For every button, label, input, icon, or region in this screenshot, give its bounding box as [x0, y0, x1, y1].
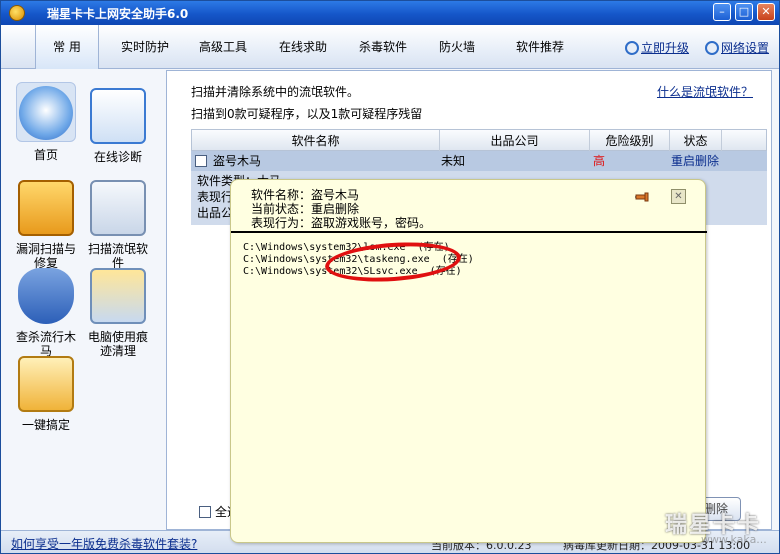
row-company: 未知 — [441, 154, 466, 168]
column-header-name[interactable]: 软件名称 — [192, 130, 440, 152]
network-settings-label: 网络设置 — [721, 41, 770, 55]
trace-clean-icon — [90, 268, 146, 324]
row-status: 重启删除 — [671, 154, 720, 168]
sidebar-item-label: 一键搞定 — [21, 418, 70, 432]
watermark-sub: www.kaka... — [701, 533, 767, 546]
trojan-kill-icon — [18, 268, 74, 324]
tab-firewall[interactable]: 防火墙 — [431, 25, 483, 69]
promo-link[interactable]: 如何享受一年版免费杀毒软件套装? — [11, 535, 197, 552]
column-header-company[interactable]: 出品公司 — [440, 130, 590, 152]
popup-separator — [231, 231, 707, 233]
vulnerability-scan-icon — [18, 180, 74, 236]
close-button[interactable]: ✕ — [757, 3, 775, 21]
row-level: 高 — [593, 154, 606, 168]
sidebar-item-one-click[interactable]: 一键搞定 — [11, 356, 81, 432]
watermark-logo: 瑞星卡卡 — [665, 513, 762, 538]
home-icon — [19, 86, 73, 140]
row-checkbox[interactable] — [195, 155, 207, 167]
row-name: 盗号木马 — [213, 154, 262, 168]
pin-icon[interactable] — [635, 192, 651, 202]
sidebar-item-label: 漏洞扫描与修复 — [15, 242, 76, 270]
one-click-icon — [18, 356, 74, 412]
tab-online-help[interactable]: 在线求助 — [271, 25, 335, 69]
gear-icon — [705, 41, 719, 55]
scan-result-summary: 扫描到0款可疑程序，以及1款可疑程序残留 — [191, 107, 423, 121]
detail-popup: 软件名称：盗号木马 当前状态：重启删除 表现行为：盗取游戏账号，密码。 ✕ C:… — [230, 179, 707, 543]
online-diagnosis-icon — [90, 88, 146, 144]
table-header: 软件名称 出品公司 危险级别 状态 — [191, 129, 767, 152]
sidebar: 首页 在线诊断 漏洞扫描与修复 扫描流氓软件 查杀流行木马 电脑使用痕迹清理 一… — [1, 70, 161, 530]
upgrade-icon — [625, 41, 639, 55]
tab-antivirus[interactable]: 杀毒软件 — [351, 25, 415, 69]
sidebar-item-online-diagnosis[interactable]: 在线诊断 — [83, 88, 153, 164]
maximize-button[interactable]: □ — [735, 3, 753, 21]
main-toolbar: 常 用 实时防护 高级工具 在线求助 杀毒软件 防火墙 软件推荐 立即升级 网络… — [1, 25, 779, 69]
column-header-level[interactable]: 危险级别 — [590, 130, 670, 152]
column-header-status[interactable]: 状态 — [670, 130, 722, 152]
minimize-button[interactable]: – — [713, 3, 731, 21]
sidebar-item-home[interactable]: 首页 — [11, 82, 81, 162]
tab-advanced-tools[interactable]: 高级工具 — [191, 25, 255, 69]
sidebar-item-label: 首页 — [33, 148, 58, 162]
main-window: 瑞星卡卡上网安全助手6.0 – □ ✕ 常 用 实时防护 高级工具 在线求助 杀… — [0, 0, 780, 554]
title-bar[interactable]: 瑞星卡卡上网安全助手6.0 – □ ✕ — [1, 1, 779, 25]
upgrade-label: 立即升级 — [641, 41, 690, 55]
popup-software-name: 软件名称：盗号木马 — [251, 188, 360, 202]
upgrade-link[interactable]: 立即升级 — [625, 39, 689, 57]
close-icon[interactable]: ✕ — [671, 189, 686, 204]
rising-logo-icon — [9, 5, 25, 21]
sidebar-item-label: 在线诊断 — [93, 150, 142, 164]
sidebar-item-vulnerability-scan[interactable]: 漏洞扫描与修复 — [11, 180, 81, 270]
table-row[interactable]: 盗号木马 未知 高 重启删除 — [191, 151, 767, 171]
sidebar-item-label: 扫描流氓软件 — [87, 242, 148, 270]
rogue-scan-icon — [90, 180, 146, 236]
sidebar-item-trace-clean[interactable]: 电脑使用痕迹清理 — [83, 268, 153, 358]
sidebar-item-label: 电脑使用痕迹清理 — [87, 330, 148, 358]
checkbox-box — [199, 506, 211, 518]
tab-software-recommend[interactable]: 软件推荐 — [507, 25, 573, 69]
sidebar-item-trojan-kill[interactable]: 查杀流行木马 — [11, 268, 81, 358]
scan-description: 扫描并清除系统中的流氓软件。 — [191, 85, 360, 99]
what-is-rogue-link[interactable]: 什么是流氓软件？ — [657, 83, 753, 100]
popup-current-state: 当前状态：重启删除 — [251, 202, 360, 216]
network-settings-link[interactable]: 网络设置 — [705, 39, 769, 57]
window-title: 瑞星卡卡上网安全助手6.0 — [47, 7, 189, 21]
popup-behavior: 表现行为：盗取游戏账号，密码。 — [251, 216, 432, 230]
tab-common[interactable]: 常 用 — [35, 25, 99, 69]
sidebar-item-home-frame — [16, 82, 76, 142]
sidebar-item-label: 查杀流行木马 — [15, 330, 76, 358]
tab-realtime-protection[interactable]: 实时防护 — [113, 25, 177, 69]
sidebar-item-rogue-scan[interactable]: 扫描流氓软件 — [83, 180, 153, 270]
